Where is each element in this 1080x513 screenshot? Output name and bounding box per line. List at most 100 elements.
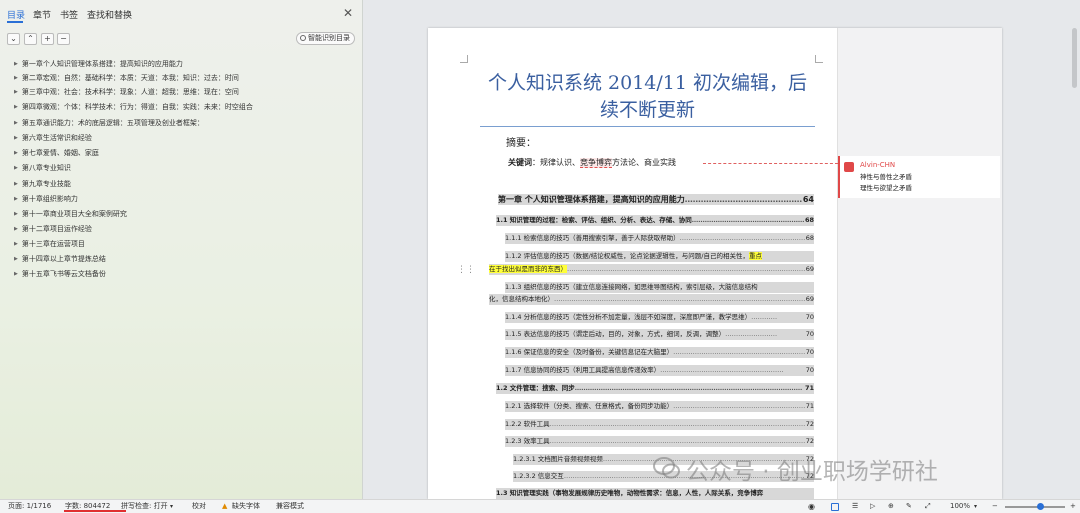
expand-button[interactable]: ⌃ xyxy=(24,33,37,45)
doc-toc-text: 化，信息结构本地化） xyxy=(489,295,554,303)
spell-check-toggle[interactable]: 拼写检查: 打开 xyxy=(121,500,168,513)
doc-toc-entry[interactable]: 1.1.3 组织信息的技巧（建立信息连接网络，如思维导图结构，索引层级，大脑信息… xyxy=(505,282,814,293)
leader-dots: …………………………………………………………… xyxy=(691,216,814,224)
toc-item[interactable]: ▶ 第一章个人知识管理体系搭建：提高知识的应用能力 xyxy=(14,58,183,70)
toc-item[interactable]: ▶ 第六章生活常识和经验 xyxy=(14,132,92,144)
watermark-text: 公众号 · 创业职场学研社 xyxy=(686,459,938,485)
doc-toc-entry[interactable]: 1.1 知识管理的过程：检索、评估、组织、分析、表达、存储、协同……………………… xyxy=(496,215,814,226)
doc-toc-entry[interactable]: 1.1.4 分析信息的技巧（定性分析不加定量，浅层不如深度，深度即严谨，教学思维… xyxy=(505,312,814,323)
tab-bookmarks[interactable]: 书签 xyxy=(60,8,78,21)
chevron-right-icon[interactable]: ▶ xyxy=(14,147,18,159)
doc-toc-entry[interactable]: 在于找出似是而非的东西）…………………………………………………………………………… xyxy=(489,264,814,275)
doc-toc-entry[interactable]: 第一章 个人知识管理体系搭建，提高知识的应用能力…………………………………………… xyxy=(498,194,814,205)
doc-toc-entry[interactable]: 1.2.3 效率工具………………………………………………………………………………… xyxy=(505,436,814,447)
keywords-text-after: 方法论、商业实践 xyxy=(612,158,676,167)
add-heading-button[interactable]: + xyxy=(41,33,54,45)
eye-icon[interactable]: ◉ xyxy=(808,500,815,513)
leader-dots: …………………………………………………………………………………………… xyxy=(574,384,803,392)
chevron-right-icon[interactable]: ▶ xyxy=(14,193,18,205)
chevron-right-icon[interactable]: ▶ xyxy=(14,208,18,220)
play-icon[interactable]: ▷ xyxy=(870,500,875,513)
toc-item[interactable]: ▶ 第十三章在运营项目 xyxy=(14,238,85,250)
leader-dots: ………………………………………………… xyxy=(660,366,784,374)
scrollbar-thumb[interactable] xyxy=(1072,28,1077,88)
doc-toc-entry[interactable]: 1.1.2 评估信息的技巧（数据/结论权威性，论点论据逻辑性，与问题/自己的相关… xyxy=(505,251,814,262)
doc-toc-entry[interactable]: 1.2.1 选择软件（分类、搜索、任意格式，备份同步功能）……………………………… xyxy=(505,401,814,412)
comment-card[interactable]: Alvin-CHN 神性与兽性之矛盾 理性与欲望之矛盾 xyxy=(838,156,1000,198)
active-tab-indicator xyxy=(7,21,23,23)
doc-toc-entry[interactable]: 1.1.6 保证信息的安全（及时备份，关键信息记在大脑里）……………………………… xyxy=(505,347,814,358)
chevron-right-icon[interactable]: ▶ xyxy=(14,132,18,144)
smart-toc-label: 智能识别目录 xyxy=(308,34,350,42)
toc-item[interactable]: ▶ 第十二章项目运作经验 xyxy=(14,223,92,235)
toc-item[interactable]: ▶ 第四章微观：个体：科学技术：行为：得道：自我：实践：未来：时空组合 xyxy=(14,101,253,113)
pen-icon[interactable]: ✎ xyxy=(906,500,912,513)
outline-view-icon[interactable]: ☰ xyxy=(852,500,858,513)
toc-item[interactable]: ▶ 第五章通识能力：术的底层逻辑：五项管理及创业者框架： xyxy=(14,117,204,129)
doc-toc-entry[interactable]: 化，信息结构本地化）………………………………………………………………………………… xyxy=(489,294,814,305)
toc-item[interactable]: ▶ 第十一章商业项目大全和案例研究 xyxy=(14,208,127,220)
doc-toc-entry[interactable]: 1.3 知识管理实践（事物发展规律历史唯物，动物性需求：信息，人性，人际关系，竞… xyxy=(496,488,814,499)
vertical-scrollbar[interactable] xyxy=(1068,0,1080,499)
chevron-right-icon[interactable]: ▶ xyxy=(14,86,18,98)
status-bar: 页面: 1/1716 字数: 804472 拼写检查: 打开 ▾ 校对 ▲ 缺失… xyxy=(0,499,1080,513)
doc-toc-entry[interactable]: 1.2.2 软件工具………………………………………………………………………………… xyxy=(505,419,814,430)
chevron-right-icon[interactable]: ▶ xyxy=(14,117,18,129)
toc-item[interactable]: ▶ 第十四章以上章节提炼总结 xyxy=(14,253,106,265)
doc-toc-page: 72 xyxy=(804,419,814,430)
drag-handle-icon[interactable]: ⋮⋮ xyxy=(457,265,475,275)
zoom-fit-icon[interactable]: ⤢ xyxy=(925,500,931,513)
zoom-slider-handle[interactable] xyxy=(1037,503,1044,510)
doc-toc-entry[interactable]: 1.1.5 表达信息的技巧（谓定后动，目的，对象，方式，细词，反调，调整）………… xyxy=(505,329,814,340)
doc-toc-text: 1.2.3.2 信息交互 xyxy=(513,472,564,480)
leader-dots: …………………………………………………………………………………… xyxy=(679,234,814,242)
zoom-slider[interactable] xyxy=(1005,506,1065,508)
chevron-right-icon[interactable]: ▶ xyxy=(14,253,18,265)
chevron-right-icon[interactable]: ▶ xyxy=(14,238,18,250)
toc-item[interactable]: ▶ 第十章组织影响力 xyxy=(14,193,78,205)
doc-toc-entry[interactable]: 1.1.7 信息协同的技巧（利用工具提高信息传递效率）…………………………………… xyxy=(505,365,814,376)
commented-keyword[interactable]: 竞争博弈 xyxy=(580,158,612,168)
comment-text[interactable]: 神性与兽性之矛盾 理性与欲望之矛盾 xyxy=(860,172,912,194)
comment-pane xyxy=(837,28,1002,499)
chevron-right-icon[interactable]: ▶ xyxy=(14,101,18,113)
chevron-right-icon[interactable]: ▶ xyxy=(14,268,18,280)
close-icon[interactable]: ✕ xyxy=(343,6,353,20)
proofread-button[interactable]: 校对 xyxy=(192,500,206,513)
remove-heading-button[interactable]: − xyxy=(57,33,70,45)
toc-item[interactable]: ▶ 第二章宏观：自然：基础科学：本质：天道：本我：知识：过去：时间 xyxy=(14,72,239,84)
chevron-right-icon[interactable]: ▶ xyxy=(14,72,18,84)
doc-toc-entry[interactable]: 1.1.1 检索信息的技巧（善用搜索引擎，善于人际获取帮助）…………………………… xyxy=(505,233,814,244)
doc-toc-entry[interactable]: 1.2 文件管理：搜索、同步……………………………………………………………………… xyxy=(496,383,814,394)
toc-item[interactable]: ▶ 第九章专业技能 xyxy=(14,178,71,190)
zoom-in-icon[interactable]: + xyxy=(1070,500,1076,513)
chevron-right-icon[interactable]: ▶ xyxy=(14,178,18,190)
doc-toc-text: 1.2.3.1 文档图片音频视频视频 xyxy=(513,455,603,463)
page-indicator[interactable]: 页面: 1/1716 xyxy=(8,500,51,513)
tab-find-replace[interactable]: 查找和替换 xyxy=(87,8,132,21)
zoom-out-icon[interactable]: − xyxy=(992,500,998,513)
document-title[interactable]: 个人知识系统 2014/11 初次编辑，后续不断更新 xyxy=(480,70,815,124)
missing-font-button[interactable]: 缺失字体 xyxy=(232,500,260,513)
toc-item[interactable]: ▶ 第十五章飞书等云文档备份 xyxy=(14,268,106,280)
toc-item[interactable]: ▶ 第七章爱情、婚姻、家庭 xyxy=(14,147,99,159)
tab-chapters[interactable]: 章节 xyxy=(33,8,51,21)
abstract-label[interactable]: 摘要： xyxy=(506,134,536,149)
chevron-right-icon[interactable]: ▶ xyxy=(14,162,18,174)
chevron-down-icon[interactable]: ▾ xyxy=(974,500,977,513)
chevron-down-icon[interactable]: ▾ xyxy=(170,500,173,513)
doc-toc-text: 1.2.3 效率工具 xyxy=(505,437,550,445)
toc-item[interactable]: ▶ 第八章专业知识 xyxy=(14,162,71,174)
keywords-line[interactable]: 关键词：规律认识、竞争博弈方法论、商业实践 xyxy=(508,157,676,168)
zoom-level[interactable]: 100% xyxy=(950,500,970,513)
chevron-right-icon[interactable]: ▶ xyxy=(14,223,18,235)
page-view-icon[interactable] xyxy=(831,503,839,511)
doc-toc-page: 71 xyxy=(804,401,814,412)
chevron-right-icon[interactable]: ▶ xyxy=(14,58,18,70)
collapse-button[interactable]: ⌄ xyxy=(7,33,20,45)
smart-toc-button[interactable]: 智能识别目录 xyxy=(296,32,355,45)
toc-item-label: 第十章组织影响力 xyxy=(21,195,78,203)
tab-toc[interactable]: 目录 xyxy=(7,8,25,21)
web-view-icon[interactable]: ⊕ xyxy=(888,500,894,513)
toc-item[interactable]: ▶ 第三章中观：社会：技术科学：现象：人道：超我：思维：现在：空间 xyxy=(14,86,239,98)
